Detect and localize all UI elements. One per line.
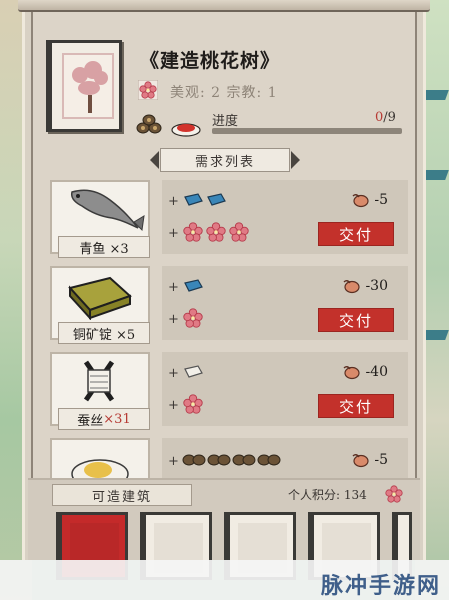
item-slot: 铜矿锭 ×5 — [50, 266, 150, 344]
blossom-icon — [183, 222, 203, 242]
item-name: 青鱼 ×3 — [58, 236, 150, 258]
blue-ingot-icon — [207, 193, 226, 206]
blossom-icon — [183, 308, 203, 328]
wood-log-icon — [232, 454, 256, 466]
item-name: 铜矿锭 ×5 — [58, 322, 150, 344]
deliver-button[interactable]: 交付 — [318, 308, 394, 332]
row-materials: + -5 — [162, 438, 408, 478]
building-stats: 美观: 2 宗教: 1 — [170, 85, 278, 101]
blossom-icon — [138, 80, 158, 100]
wood-log-icon — [257, 454, 281, 466]
scroll-rod — [18, 0, 430, 12]
progress-label: 进度 — [212, 114, 239, 129]
requirement-row: 蚕丝 ×31 + + -40 交付 — [40, 352, 410, 432]
bag-icon — [352, 194, 369, 208]
cost-display: -30 — [341, 278, 388, 294]
chevron-right-icon — [291, 151, 300, 169]
egg-icon — [71, 459, 129, 478]
deliver-button[interactable]: 交付 — [318, 222, 394, 246]
cost-display: -5 — [350, 452, 388, 468]
blossom-icon — [206, 222, 226, 242]
building-book-icon — [46, 40, 122, 132]
cost-display: -40 — [341, 364, 388, 380]
requirements-header: 需求列表 — [160, 148, 290, 172]
blossom-icon — [183, 394, 203, 414]
buildable-tab[interactable]: 可造建筑 — [52, 484, 192, 506]
bag-icon — [343, 280, 361, 294]
fish-icon — [70, 189, 145, 232]
requirement-row: 青鱼 ×3 + + -5 交付 — [40, 180, 410, 260]
item-slot: 青鱼 ×3 — [50, 180, 150, 258]
progress-value: 0/9 — [375, 110, 396, 125]
blue-ingot-icon — [184, 279, 203, 292]
requirement-row: + -5 — [40, 438, 410, 478]
stone-block-icon — [184, 365, 203, 378]
personal-points: 个人积分: 134 — [288, 488, 367, 502]
item-slot: 蚕丝 ×31 — [50, 352, 150, 430]
copper-ingot-icon — [68, 276, 132, 321]
wood-log-icon — [182, 454, 206, 466]
bag-icon — [352, 454, 369, 468]
building-title: 《建造桃花树》 — [140, 50, 281, 72]
wood-logs-icon — [136, 114, 162, 134]
progress-bar — [212, 128, 402, 134]
cost-display: -5 — [350, 192, 388, 208]
blossom-icon — [229, 222, 249, 242]
item-name: 蚕丝 ×31 — [58, 408, 150, 430]
bag-icon — [343, 366, 361, 380]
silk-icon — [83, 360, 115, 402]
blossom-icon — [385, 485, 403, 503]
deliver-button[interactable]: 交付 — [318, 394, 394, 418]
row-materials: + + -5 交付 — [162, 180, 408, 254]
requirement-row: 铜矿锭 ×5 + + -30 交付 — [40, 266, 410, 346]
item-slot — [50, 438, 150, 478]
blue-ingot-icon — [184, 193, 203, 206]
watermark: 脉冲手游网 — [320, 573, 441, 599]
chevron-left-icon — [150, 151, 159, 169]
row-materials: + + -30 交付 — [162, 266, 408, 340]
food-dish-icon — [171, 123, 201, 137]
row-materials: + + -40 交付 — [162, 352, 408, 426]
wood-log-icon — [207, 454, 231, 466]
